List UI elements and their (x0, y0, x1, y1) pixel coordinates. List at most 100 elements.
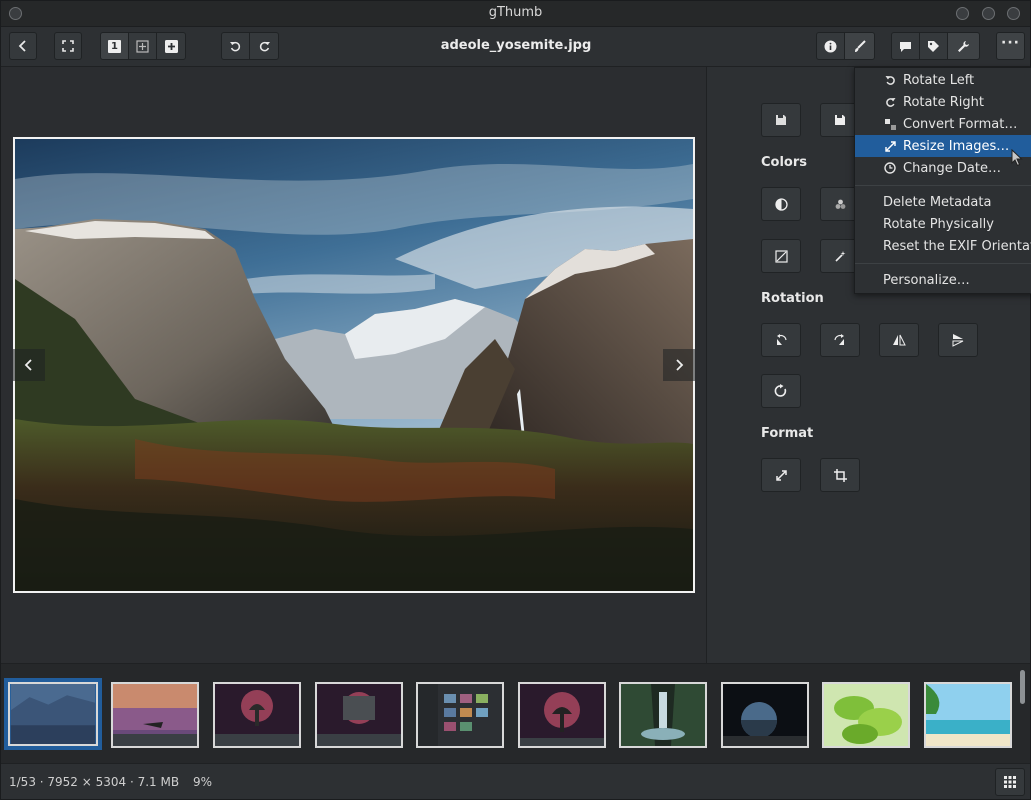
rotate-free-button[interactable] (761, 374, 801, 408)
crop-icon (833, 468, 847, 482)
rotate-left-button[interactable] (221, 32, 250, 60)
resize-icon (883, 139, 897, 153)
rotate-icon (774, 384, 787, 397)
thumbnail[interactable] (619, 682, 707, 748)
floppy-icon (835, 115, 845, 125)
thumbnail-strip (1, 663, 1030, 763)
fullscreen-button[interactable] (54, 32, 82, 60)
format-section-title: Format (761, 426, 814, 441)
zoom-level: 9% (193, 775, 213, 789)
adjust-contrast-button[interactable] (761, 187, 801, 221)
info-icon (824, 40, 837, 52)
crop-tool-button[interactable] (820, 458, 860, 492)
back-button[interactable] (9, 32, 37, 60)
ellipsis-icon: ··· (1001, 35, 1020, 51)
maximize-button[interactable] (982, 7, 995, 20)
menu-item-reset-exif-orientation[interactable]: Reset the EXIF Orientation (855, 235, 1031, 257)
curves-button[interactable] (761, 239, 801, 273)
fit-icon (136, 39, 149, 53)
convert-format-icon (883, 117, 897, 131)
rotate-right-button[interactable] (249, 32, 279, 60)
mirror-vertical-button[interactable] (938, 323, 978, 357)
properties-button[interactable] (816, 32, 845, 60)
menu-item-personalize[interactable]: Personalize… (855, 269, 1031, 291)
title-bar: gThumb (1, 1, 1030, 27)
header-bar: 1 adeole_yosemite.jpg ··· (1, 27, 1030, 67)
rotate-right-tool-button[interactable] (820, 323, 860, 357)
thumbnail[interactable] (518, 682, 606, 748)
resize-icon (775, 469, 787, 481)
rotate-right-icon (883, 95, 897, 109)
menu-item-convert-format[interactable]: Convert Format… (855, 113, 1031, 135)
thumbnail[interactable] (721, 682, 809, 748)
main-image (13, 137, 695, 593)
save-button[interactable] (761, 103, 801, 137)
menu-separator (855, 185, 1031, 186)
rotate-right-icon (259, 41, 270, 51)
menu-item-rotate-left[interactable]: Rotate Left (855, 69, 1031, 91)
resize-tool-button[interactable] (761, 458, 801, 492)
status-bar: 1/53 · 7952 × 5304 · 7.1 MB 9% (1, 763, 1030, 799)
thumbnail[interactable] (315, 682, 403, 748)
menu-item-rotate-right[interactable]: Rotate Right (855, 91, 1031, 113)
mouse-cursor-icon (1011, 149, 1023, 167)
colors-section-title: Colors (761, 155, 808, 170)
minimize-button[interactable] (956, 7, 969, 20)
rotate-right-icon (834, 334, 844, 345)
tools-button[interactable] (947, 32, 980, 60)
thumbnail[interactable] (213, 682, 301, 748)
thumbnail-scrollbar[interactable] (1020, 670, 1025, 704)
contrast-icon (774, 197, 788, 211)
view-fit-button[interactable] (128, 32, 157, 60)
brush-icon (855, 39, 866, 52)
grid-icon (1004, 776, 1016, 788)
menu-separator (855, 263, 1031, 264)
image-viewer[interactable] (1, 67, 706, 663)
rotation-section-title: Rotation (761, 291, 824, 306)
more-options-button[interactable]: ··· (996, 32, 1025, 60)
zoom-in-button[interactable] (156, 32, 186, 60)
thumbnail-selected[interactable] (4, 678, 102, 750)
next-image-button[interactable] (663, 349, 695, 381)
menu-item-rotate-physically[interactable]: Rotate Physically (855, 213, 1031, 235)
chevron-left-icon (18, 40, 26, 52)
image-info: 1/53 · 7952 × 5304 · 7.1 MB (9, 775, 180, 789)
thumbnail[interactable] (111, 682, 199, 748)
thumbnail[interactable] (924, 682, 1012, 748)
menu-item-delete-metadata[interactable]: Delete Metadata (855, 191, 1031, 213)
edit-button[interactable] (844, 32, 875, 60)
window-title: gThumb (488, 5, 543, 20)
fullscreen-icon (62, 40, 74, 52)
plus-box-icon (164, 39, 178, 53)
curves-icon (774, 249, 788, 263)
close-button[interactable] (1007, 7, 1020, 20)
color-circles-icon (835, 199, 845, 209)
tools-popup-menu: Rotate Left Rotate Right Convert Format…… (854, 67, 1031, 294)
rotate-left-icon (883, 73, 897, 87)
tags-button[interactable] (919, 32, 948, 60)
rotate-left-icon (230, 41, 241, 51)
menu-item-change-date[interactable]: Change Date… (855, 157, 1031, 179)
thumbnails-toggle-button[interactable] (995, 768, 1025, 796)
mirror-icon (952, 334, 964, 347)
previous-image-button[interactable] (13, 349, 45, 381)
comment-button[interactable] (891, 32, 920, 60)
magic-wand-icon (834, 250, 845, 262)
comment-icon (900, 41, 911, 52)
image-filename: adeole_yosemite.jpg (440, 38, 592, 53)
tag-icon (928, 40, 939, 52)
single-view-icon: 1 (108, 39, 121, 53)
wrench-icon (958, 40, 969, 52)
chevron-right-icon (676, 359, 684, 371)
thumbnail[interactable] (822, 682, 910, 748)
thumbnail[interactable] (416, 682, 504, 748)
gthumb-window: gThumb 1 adeole_yosemite.jpg ··· Colors … (0, 0, 1031, 800)
rotate-left-tool-button[interactable] (761, 323, 801, 357)
rotate-left-icon (777, 334, 787, 345)
chevron-left-icon (24, 359, 32, 371)
menu-item-resize-images[interactable]: Resize Images… (855, 135, 1031, 157)
flip-horizontal-button[interactable] (879, 323, 919, 357)
floppy-icon (776, 115, 786, 125)
view-single-button[interactable]: 1 (100, 32, 129, 60)
clock-icon (883, 161, 897, 175)
